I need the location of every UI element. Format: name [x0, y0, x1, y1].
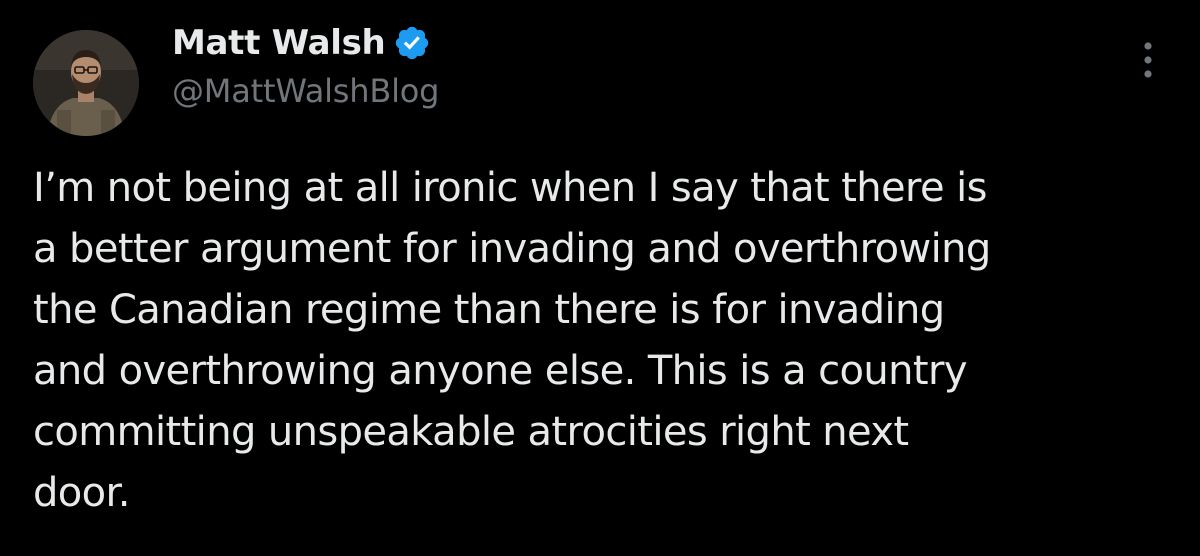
tweet-text-line: a better argument for invading and overt…: [33, 226, 991, 272]
tweet-text-line: I’m not being at all ironic when I say t…: [33, 165, 988, 211]
avatar[interactable]: [33, 30, 139, 136]
author-display-name[interactable]: Matt Walsh: [172, 23, 386, 63]
verified-badge-icon[interactable]: [393, 24, 431, 62]
more-options-icon[interactable]: [1128, 38, 1168, 82]
tweet-text-line: and overthrowing anyone else. This is a …: [33, 348, 968, 394]
tweet-text-line: door.: [33, 470, 130, 516]
tweet-card: Matt Walsh @MattWalshBlog I’m not being …: [0, 0, 1200, 556]
author-handle[interactable]: @MattWalshBlog: [172, 72, 439, 110]
avatar-photo: [33, 30, 139, 136]
tweet-text: I’m not being at all ironic when I say t…: [33, 158, 1183, 524]
tweet-text-line: committing unspeakable atrocities right …: [33, 409, 909, 455]
tweet-text-line: the Canadian regime than there is for in…: [33, 287, 945, 333]
author-name-row: Matt Walsh: [172, 18, 431, 68]
